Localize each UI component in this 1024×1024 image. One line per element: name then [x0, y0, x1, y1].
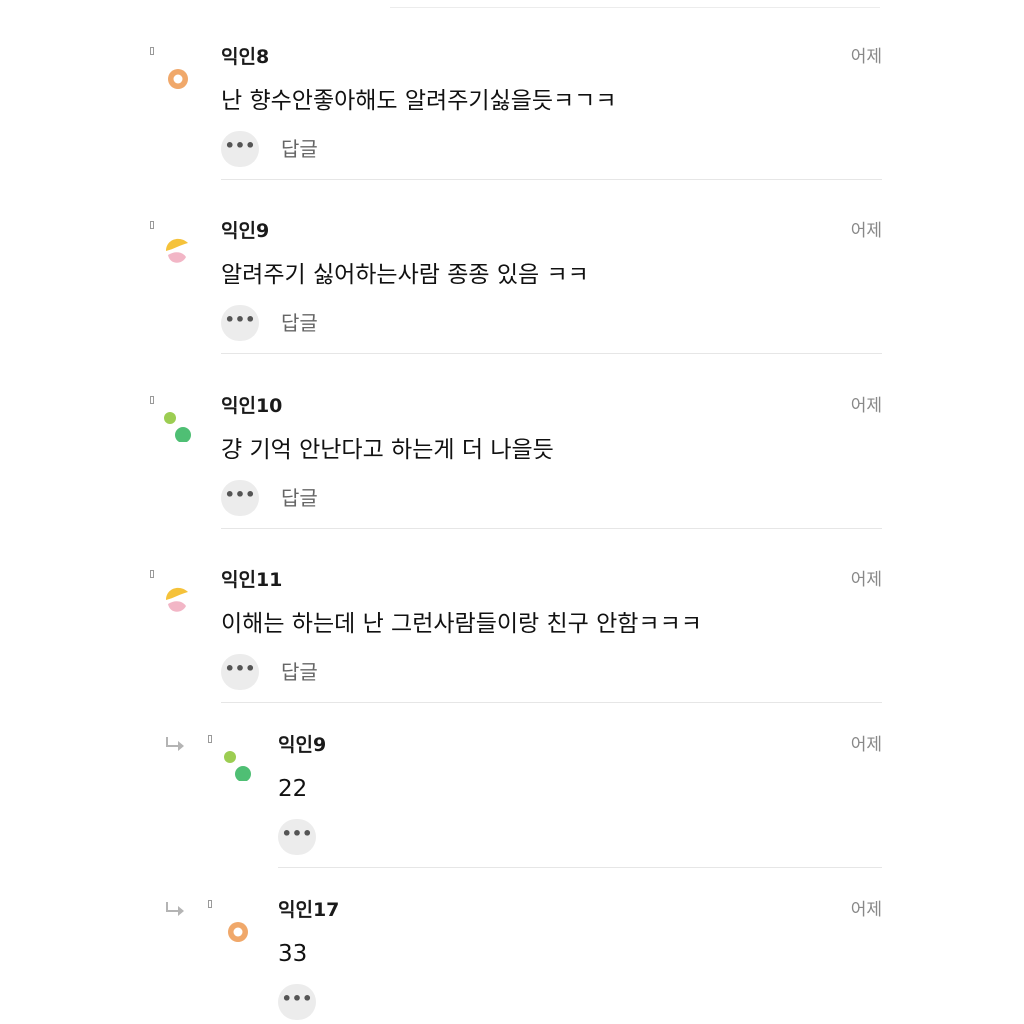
- reply-button[interactable]: 답글: [281, 658, 318, 686]
- reply-arrow-icon: [166, 737, 184, 751]
- comment-time: 어제: [850, 221, 882, 241]
- bullet-icon: [150, 47, 154, 55]
- comment-nickname[interactable]: 익인11: [221, 568, 282, 592]
- comment-divider: [221, 528, 882, 529]
- reply-arrow-icon: [166, 902, 184, 916]
- avatar-orange-ring-icon[interactable]: [216, 906, 256, 946]
- comment-time: 어제: [850, 396, 882, 416]
- bullet-icon: [150, 221, 154, 229]
- avatar-orange-ring-icon[interactable]: [156, 53, 196, 93]
- more-button[interactable]: •••: [221, 480, 259, 516]
- comment-item: 익인10 어제 걍 기억 안난다고 하는게 더 나을듯 ••• 답글: [148, 394, 882, 544]
- comment-nickname[interactable]: 익인10: [221, 394, 282, 418]
- comment-divider: [221, 179, 882, 180]
- comment-content: 난 향수안좋아해도 알려주기싫을듯ㅋㄱㅋ: [221, 88, 617, 114]
- comment-item: 익인9 어제 알려주기 싫어하는사람 종종 있음 ㅋㅋ ••• 답글: [148, 219, 882, 369]
- reply-content: 22: [278, 776, 308, 802]
- reply-button[interactable]: 답글: [281, 135, 318, 163]
- comment-time: 어제: [850, 570, 882, 590]
- reply-item: 익인9 어제 22 •••: [160, 733, 882, 883]
- more-button[interactable]: •••: [221, 131, 259, 167]
- comment-time: 어제: [850, 47, 882, 67]
- comment-content: 이해는 하는데 난 그런사람들이랑 친구 안함ㅋㅋㅋ: [221, 611, 702, 637]
- avatar-yellow-pink-icon[interactable]: [156, 227, 196, 267]
- reply-button[interactable]: 답글: [281, 484, 318, 512]
- reply-nickname[interactable]: 익인17: [278, 898, 339, 922]
- bullet-icon: [150, 396, 154, 404]
- top-divider: [390, 7, 880, 8]
- more-button[interactable]: •••: [221, 654, 259, 690]
- reply-time: 어제: [850, 900, 882, 920]
- comment-nickname[interactable]: 익인8: [221, 45, 269, 69]
- bullet-icon: [150, 570, 154, 578]
- comment-divider: [221, 353, 882, 354]
- comment-content: 알려주기 싫어하는사람 종종 있음 ㅋㅋ: [221, 262, 589, 288]
- more-button[interactable]: •••: [221, 305, 259, 341]
- comment-divider: [221, 702, 882, 703]
- reply-item: 익인17 어제 33 •••: [160, 898, 882, 1024]
- avatar-yellow-pink-icon[interactable]: [156, 576, 196, 616]
- reply-nickname[interactable]: 익인9: [278, 733, 326, 757]
- bullet-icon: [208, 900, 212, 908]
- comment-content: 걍 기억 안난다고 하는게 더 나을듯: [221, 437, 554, 463]
- reply-content: 33: [278, 941, 308, 967]
- avatar-green-dots-icon[interactable]: [216, 741, 256, 781]
- bullet-icon: [208, 735, 212, 743]
- comment-item: 익인8 어제 난 향수안좋아해도 알려주기싫을듯ㅋㄱㅋ ••• 답글: [148, 45, 882, 195]
- reply-divider: [278, 867, 882, 868]
- reply-time: 어제: [850, 735, 882, 755]
- more-button[interactable]: •••: [278, 819, 316, 855]
- avatar-green-dots-icon[interactable]: [156, 402, 196, 442]
- more-button[interactable]: •••: [278, 984, 316, 1020]
- reply-button[interactable]: 답글: [281, 309, 318, 337]
- comment-nickname[interactable]: 익인9: [221, 219, 269, 243]
- comment-item: 익인11 어제 이해는 하는데 난 그런사람들이랑 친구 안함ㅋㅋㅋ ••• 답…: [148, 568, 882, 718]
